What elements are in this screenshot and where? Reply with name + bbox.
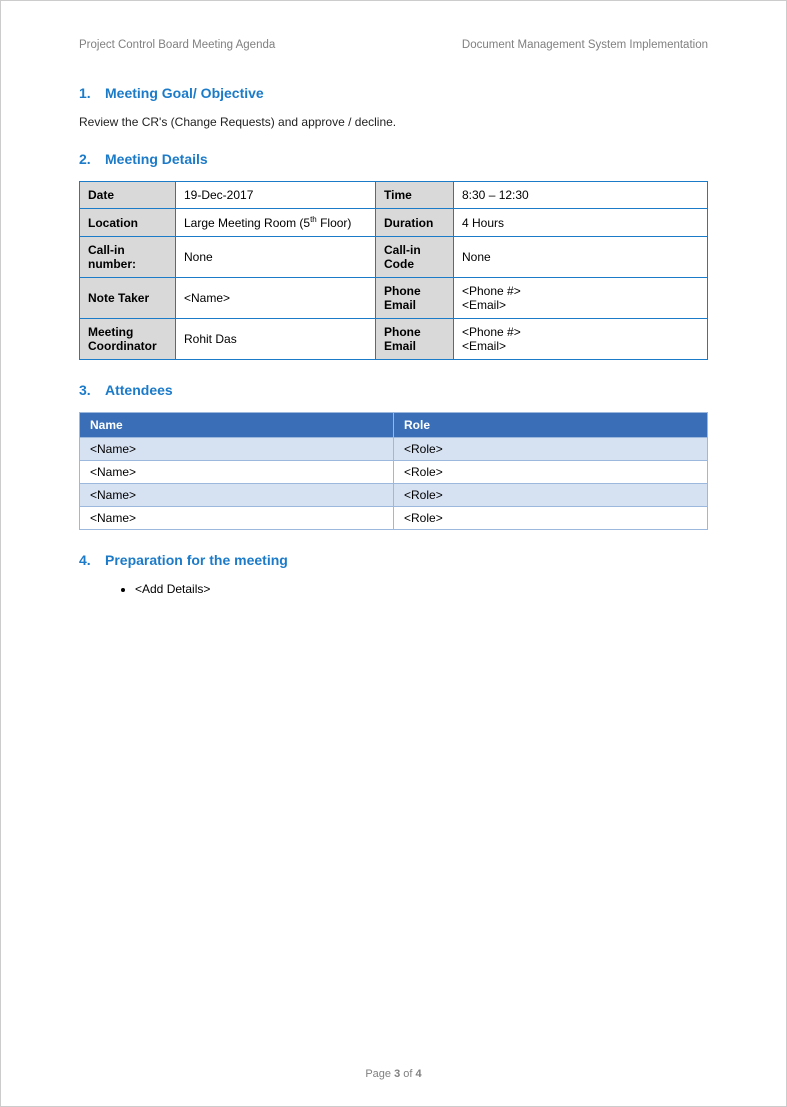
footer-pre: Page <box>365 1068 394 1080</box>
details-date-label: Date <box>80 182 176 209</box>
table-row: <Name> <Role> <box>80 438 708 461</box>
attendees-table: Name Role <Name> <Role> <Name> <Role> <N… <box>79 412 708 530</box>
details-time-value: 8:30 – 12:30 <box>454 182 708 209</box>
header-left: Project Control Board Meeting Agenda <box>79 39 275 51</box>
footer-total-pages: 4 <box>416 1068 422 1080</box>
attendee-name: <Name> <box>80 507 394 530</box>
details-phoneemail1-value: <Phone #> <Email> <box>454 278 708 319</box>
header-right: Document Management System Implementatio… <box>462 39 708 51</box>
attendee-role: <Role> <box>394 484 708 507</box>
details-location-label: Location <box>80 209 176 237</box>
section-2-number: 2. <box>79 151 95 167</box>
section-4-heading: 4. Preparation for the meeting <box>79 552 708 568</box>
details-coordinator-value: Rohit Das <box>176 319 376 360</box>
preparation-item: <Add Details> <box>135 582 708 596</box>
details-duration-value: 4 Hours <box>454 209 708 237</box>
table-row: <Name> <Role> <box>80 484 708 507</box>
attendee-name: <Name> <box>80 461 394 484</box>
attendee-role: <Role> <box>394 507 708 530</box>
page-footer: Page 3 of 4 <box>1 1068 786 1080</box>
attendee-role: <Role> <box>394 438 708 461</box>
attendees-header-name: Name <box>80 413 394 438</box>
attendees-header-role: Role <box>394 413 708 438</box>
section-2-heading: 2. Meeting Details <box>79 151 708 167</box>
footer-mid: of <box>400 1068 415 1080</box>
section-1-heading: 1. Meeting Goal/ Objective <box>79 85 708 101</box>
details-callcode-value: None <box>454 237 708 278</box>
section-1-body: Review the CR's (Change Requests) and ap… <box>79 115 708 129</box>
details-location-value: Large Meeting Room (5th Floor) <box>176 209 376 237</box>
details-callin-label: Call-in number: <box>80 237 176 278</box>
section-1-number: 1. <box>79 85 95 101</box>
section-3-title: Attendees <box>105 382 173 398</box>
table-row: <Name> <Role> <box>80 507 708 530</box>
section-4-title: Preparation for the meeting <box>105 552 288 568</box>
details-callcode-label: Call-in Code <box>376 237 454 278</box>
meeting-details-table: Date 19-Dec-2017 Time 8:30 – 12:30 Locat… <box>79 181 708 360</box>
section-3-heading: 3. Attendees <box>79 382 708 398</box>
section-3-number: 3. <box>79 382 95 398</box>
table-row: <Name> <Role> <box>80 461 708 484</box>
preparation-list: <Add Details> <box>135 582 708 596</box>
section-1-title: Meeting Goal/ Objective <box>105 85 264 101</box>
details-coordinator-label: Meeting Coordinator <box>80 319 176 360</box>
section-4-number: 4. <box>79 552 95 568</box>
section-2-title: Meeting Details <box>105 151 208 167</box>
attendee-name: <Name> <box>80 438 394 461</box>
details-notetaker-label: Note Taker <box>80 278 176 319</box>
details-phoneemail2-value: <Phone #> <Email> <box>454 319 708 360</box>
attendee-name: <Name> <box>80 484 394 507</box>
details-time-label: Time <box>376 182 454 209</box>
details-phoneemail1-label: Phone Email <box>376 278 454 319</box>
details-duration-label: Duration <box>376 209 454 237</box>
details-date-value: 19-Dec-2017 <box>176 182 376 209</box>
details-callin-value: None <box>176 237 376 278</box>
page-header: Project Control Board Meeting Agenda Doc… <box>79 39 708 51</box>
details-phoneemail2-label: Phone Email <box>376 319 454 360</box>
attendee-role: <Role> <box>394 461 708 484</box>
details-notetaker-value: <Name> <box>176 278 376 319</box>
